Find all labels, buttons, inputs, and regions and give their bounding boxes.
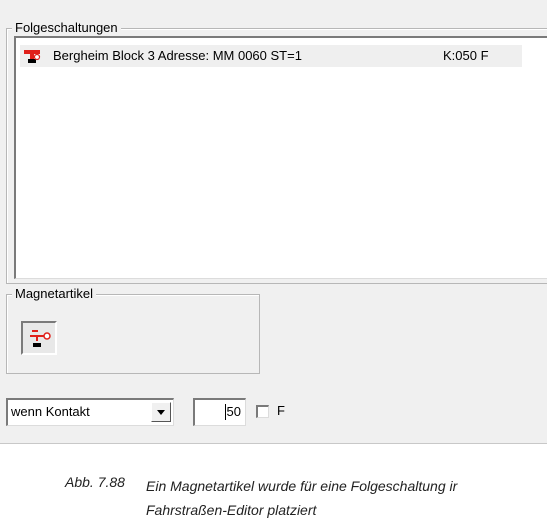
chevron-down-icon[interactable]	[151, 402, 171, 422]
folgeschaltung-dialog: Folgeschaltungen Bergheim Block 3 Adress…	[0, 0, 547, 444]
magnet-article-icon	[24, 50, 41, 63]
list-item-contact: K:050 F	[443, 48, 489, 63]
list-item[interactable]: Bergheim Block 3 Adresse: MM 0060 ST=1 K…	[20, 45, 522, 67]
condition-select-value: wenn Kontakt	[11, 404, 90, 419]
f-checkbox-label[interactable]: F	[277, 403, 285, 418]
f-checkbox[interactable]	[256, 405, 269, 418]
figure-caption: Ein Magnetartikel wurde für eine Folgesc…	[146, 474, 547, 522]
folgeschaltungen-list[interactable]: Bergheim Block 3 Adresse: MM 0060 ST=1 K…	[14, 36, 547, 279]
condition-select[interactable]: wenn Kontakt	[6, 398, 174, 426]
figure-caption-line-1: Ein Magnetartikel wurde für eine Folgesc…	[146, 478, 458, 494]
figure-number: Abb. 7.88	[65, 474, 125, 490]
magnetartikel-title: Magnetartikel	[12, 286, 97, 302]
figure-caption-line-2: Fahrstraßen-Editor platziert	[146, 502, 317, 518]
folgeschaltungen-title: Folgeschaltungen	[12, 20, 121, 36]
magnetartikel-group: Magnetartikel	[6, 286, 260, 374]
contact-number-input[interactable]: 50	[193, 398, 246, 426]
list-item-text: Bergheim Block 3 Adresse: MM 0060 ST=1	[53, 48, 302, 63]
magnet-article-button[interactable]	[21, 321, 57, 355]
magnet-article-icon	[30, 330, 51, 347]
contact-number-value: 50	[226, 404, 241, 419]
